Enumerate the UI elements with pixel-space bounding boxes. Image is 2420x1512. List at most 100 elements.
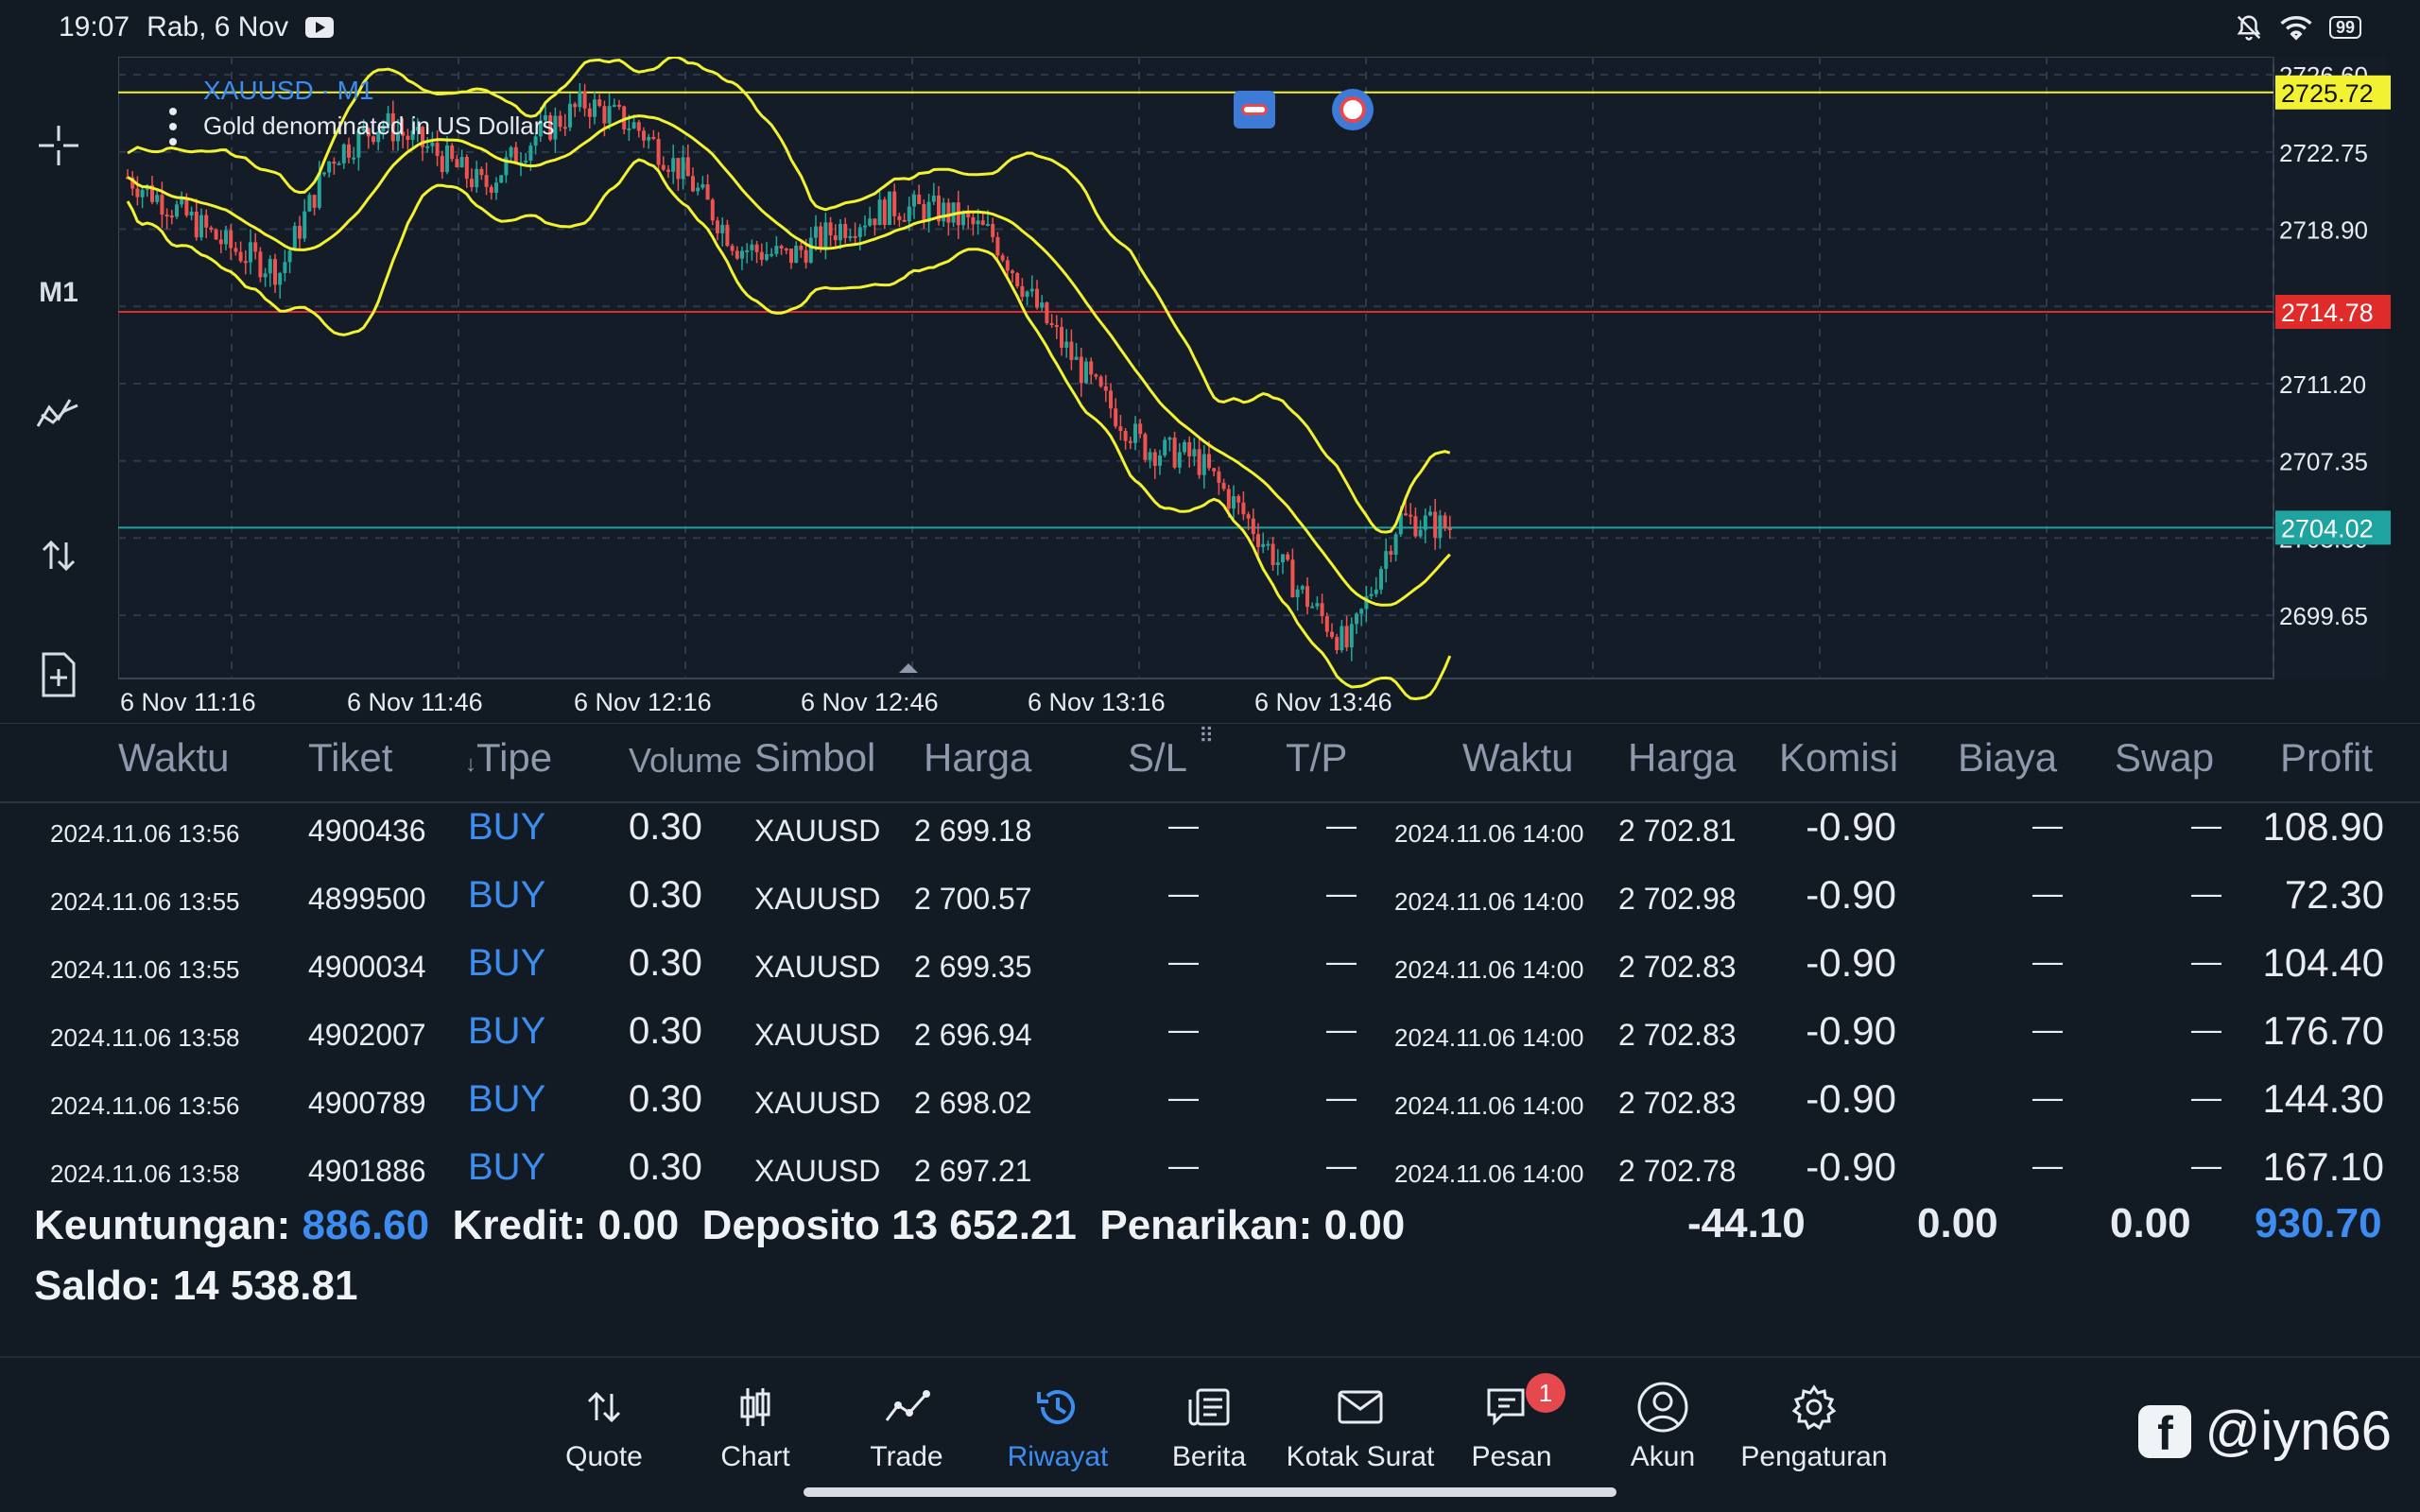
col-fee[interactable]: Biaya — [1958, 735, 2057, 781]
nav-settings[interactable]: Pengaturan — [1734, 1379, 1894, 1473]
col-sl[interactable]: S/L — [1128, 735, 1187, 781]
candle-body — [1330, 631, 1334, 638]
candle-body — [298, 226, 302, 239]
col-close-price[interactable]: Harga — [1628, 735, 1736, 781]
candle-body — [769, 253, 774, 256]
candle-body — [612, 104, 616, 107]
clock-alert-icon[interactable] — [1332, 89, 1374, 130]
credit-label: Kredit: — [452, 1202, 587, 1248]
col-profit[interactable]: Profit — [2280, 735, 2373, 781]
nav-trade[interactable]: Trade — [826, 1379, 987, 1473]
candle-body — [661, 164, 666, 170]
candle-body — [430, 143, 435, 146]
indicators-icon[interactable] — [28, 383, 89, 443]
candle-body — [779, 246, 784, 249]
candle-body — [258, 251, 263, 278]
sell-order-icon[interactable] — [1234, 91, 1275, 129]
row-commission: -0.90 — [1806, 1144, 1896, 1189]
candle-body — [1074, 356, 1079, 360]
row-ticket: 4900436 — [308, 814, 426, 848]
candle-body — [720, 224, 725, 233]
candle-body — [1275, 562, 1280, 565]
home-indicator[interactable] — [804, 1487, 1616, 1497]
nav-mailbox[interactable]: Kotak Surat — [1280, 1379, 1441, 1473]
candle-body — [1349, 624, 1354, 648]
candle-body — [1201, 454, 1206, 475]
new-order-icon[interactable] — [28, 644, 89, 705]
candle-body — [656, 138, 661, 165]
nav-account-label: Akun — [1630, 1441, 1696, 1472]
col-tp[interactable]: T/P — [1286, 735, 1347, 781]
table-row[interactable]: 2024.11.06 13:58 4902007 BUY 0.30 XAUUSD 2 69… — [0, 1005, 2420, 1073]
row-open-price: 2 699.35 — [914, 950, 1032, 984]
candle-body — [1305, 586, 1309, 608]
col-open-price[interactable]: Harga — [924, 735, 1031, 781]
candle-body — [1266, 543, 1270, 546]
candle-body — [249, 242, 252, 263]
candle-body — [892, 191, 897, 216]
nav-history[interactable]: Riwayat — [977, 1379, 1138, 1473]
candle-body — [700, 184, 705, 188]
row-type: BUY — [468, 806, 546, 848]
candle-body — [263, 273, 268, 278]
col-commission[interactable]: Komisi — [1779, 735, 1898, 781]
nav-settings-label: Pengaturan — [1740, 1441, 1888, 1472]
col-open-time[interactable]: Waktu — [118, 735, 229, 781]
col-type[interactable]: ↓Tipe — [465, 735, 552, 781]
candle-body — [1118, 426, 1123, 432]
table-row[interactable]: 2024.11.06 13:55 4900034 BUY 0.30 XAUUSD 2 69… — [0, 936, 2420, 1005]
row-tp: — — [1326, 1148, 1357, 1182]
total-fee: 0.00 — [1917, 1200, 1998, 1246]
candle-body — [475, 168, 479, 188]
candle-body — [1379, 569, 1383, 590]
candle-body — [902, 219, 907, 222]
nav-chart[interactable]: Chart — [675, 1379, 836, 1473]
col-type-label: Tipe — [476, 735, 553, 780]
drag-handle-icon[interactable]: ⠿ — [1199, 724, 1214, 748]
nav-news-label: Berita — [1171, 1441, 1247, 1472]
row-type: BUY — [468, 1078, 546, 1120]
candle-body — [897, 215, 902, 220]
candle-body — [1286, 554, 1290, 560]
price-chart[interactable]: 2726.602722.752718.902711.202707.352703.… — [118, 57, 2420, 723]
nav-account[interactable]: Akun — [1582, 1379, 1743, 1473]
row-commission: -0.90 — [1806, 940, 1896, 985]
table-row[interactable]: 2024.11.06 13:55 4899500 BUY 0.30 XAUUSD 2 70… — [0, 868, 2420, 936]
trade-arrows-icon[interactable] — [28, 525, 89, 586]
nav-news[interactable]: Berita — [1129, 1379, 1289, 1473]
col-swap[interactable]: Swap — [2115, 735, 2214, 781]
col-symbol[interactable]: Simbol — [754, 735, 875, 781]
row-swap: — — [2191, 1080, 2221, 1114]
row-close-time: 2024.11.06 14:00 — [1394, 1160, 1584, 1188]
candle-body — [238, 251, 243, 262]
col-volume[interactable]: Volume — [629, 741, 742, 781]
col-ticket[interactable]: Tiket — [308, 735, 392, 781]
table-row[interactable]: 2024.11.06 13:56 4900436 BUY 0.30 XAUUSD 2 69… — [0, 800, 2420, 868]
candle-body — [524, 160, 528, 163]
time-tick-label: 6 Nov 13:16 — [1028, 688, 1166, 716]
row-close-price: 2 702.83 — [1618, 1086, 1737, 1120]
candle-body — [568, 103, 572, 128]
table-row[interactable]: 2024.11.06 13:58 4901886 BUY 0.30 XAUUSD 2 69… — [0, 1141, 2420, 1209]
candle-body — [1158, 455, 1162, 466]
crosshair-icon[interactable] — [28, 115, 89, 176]
candle-body — [1409, 514, 1413, 517]
nav-quote[interactable]: Quote — [524, 1379, 684, 1473]
candle-body — [1152, 452, 1157, 466]
nav-messages[interactable]: 1 Pesan — [1431, 1373, 1592, 1473]
nav-trade-label: Trade — [870, 1441, 943, 1472]
price-tag-label: 2725.72 — [2281, 79, 2374, 108]
candle-body — [597, 99, 602, 107]
candle-body — [1079, 356, 1083, 384]
chart-canvas[interactable]: 2726.602722.752718.902711.202707.352703.… — [118, 57, 2420, 723]
candle-body — [1015, 272, 1020, 286]
candle-body — [1300, 586, 1305, 590]
candle-body — [912, 194, 916, 207]
col-close-time[interactable]: Waktu — [1462, 735, 1573, 781]
candle-body — [843, 224, 848, 238]
timeframe-button[interactable]: M1 — [28, 263, 89, 323]
table-row[interactable]: 2024.11.06 13:56 4900789 BUY 0.30 XAUUSD 2 69… — [0, 1073, 2420, 1141]
candle-body — [528, 146, 533, 161]
row-open-time: 2024.11.06 13:56 — [50, 819, 240, 848]
mail-icon — [1280, 1379, 1441, 1435]
